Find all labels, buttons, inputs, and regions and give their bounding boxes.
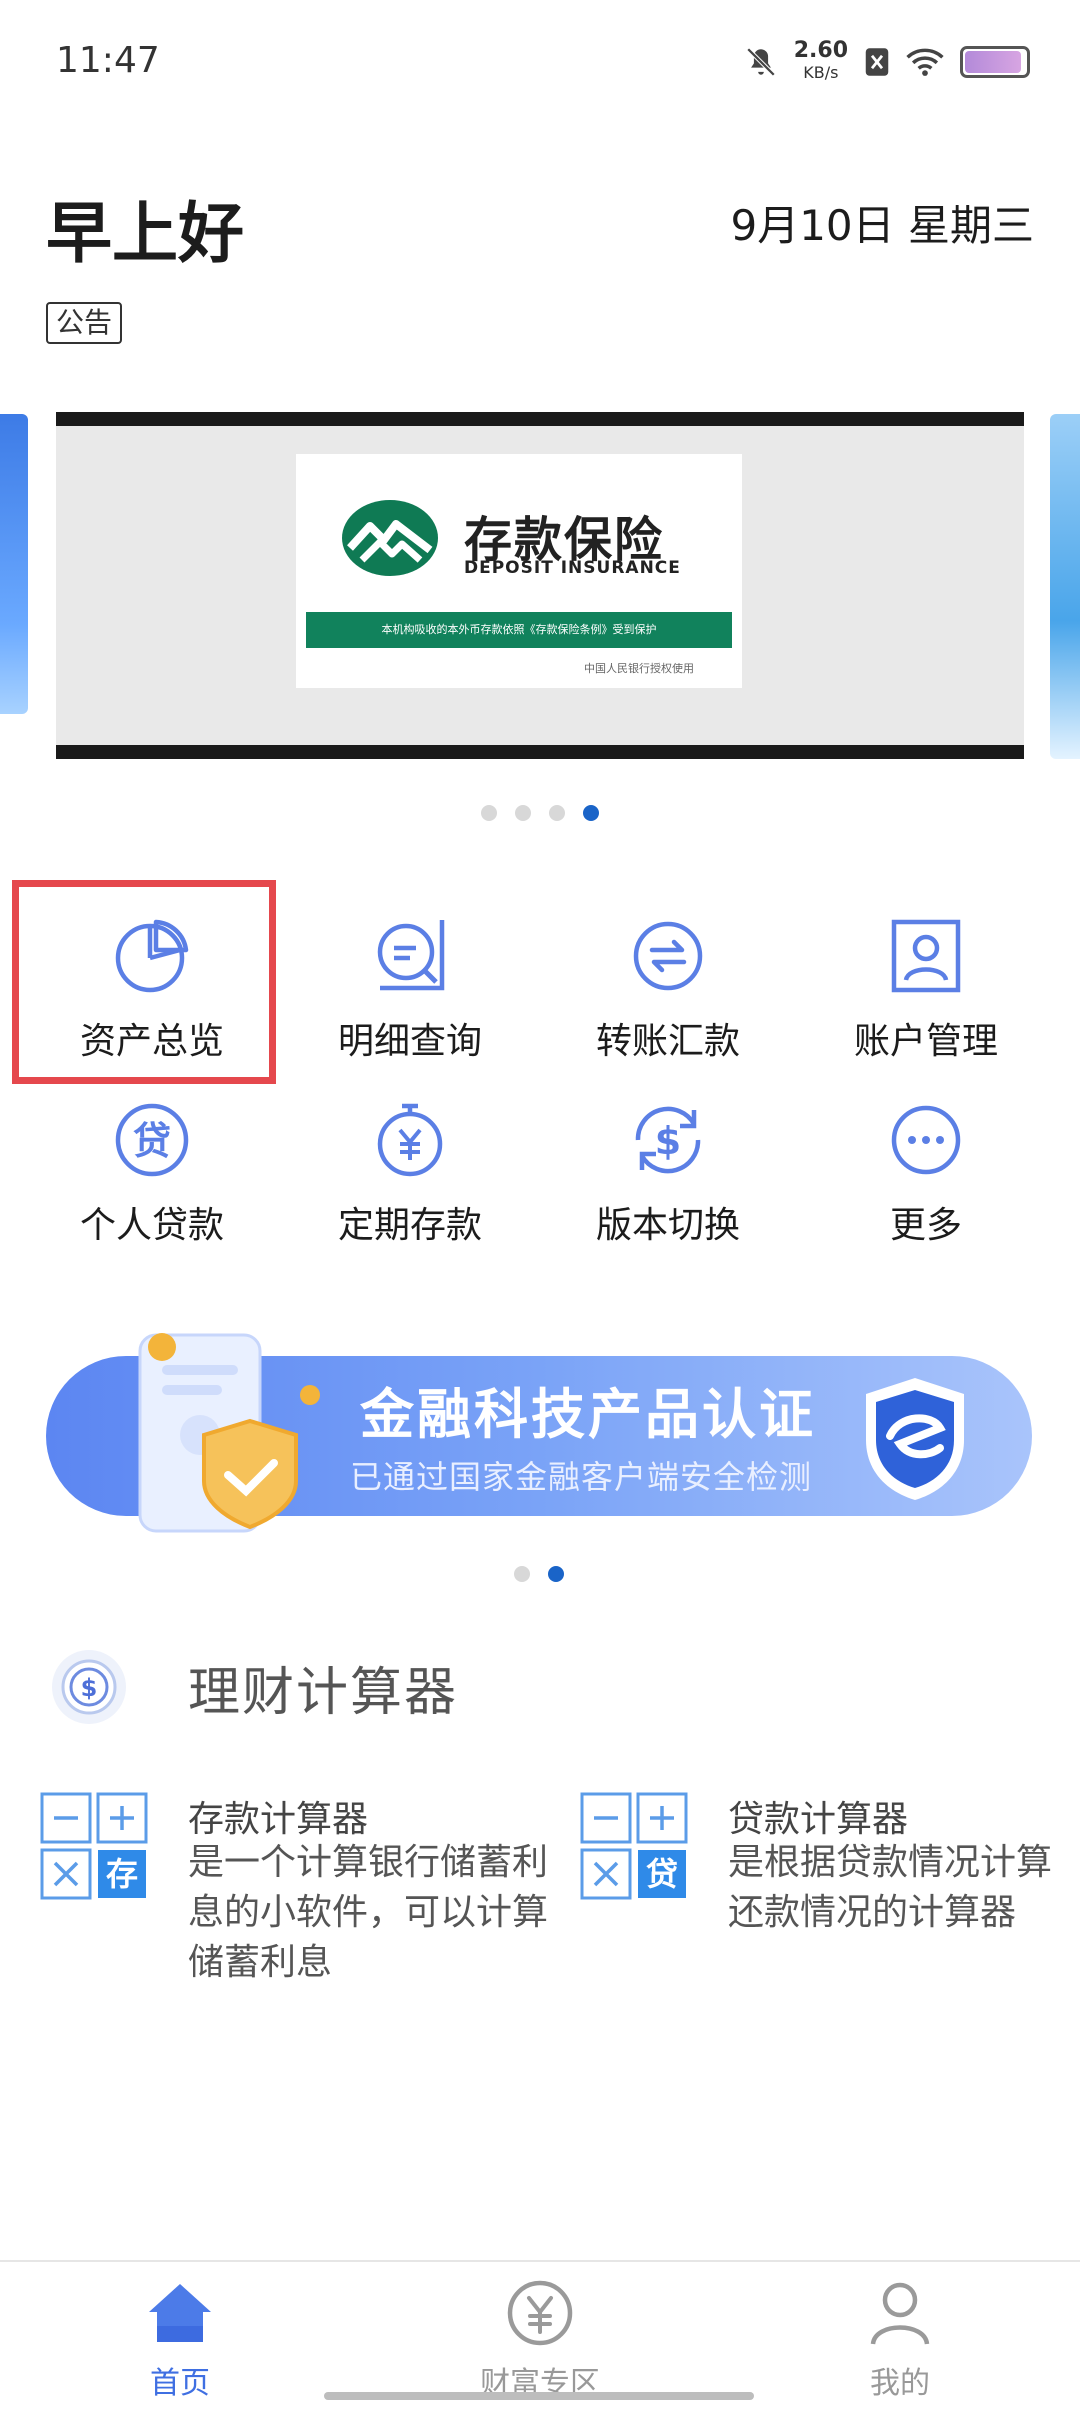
fintech-subtitle: 已通过国家金融客户端安全检测 bbox=[350, 1458, 813, 1496]
search-document-icon bbox=[377, 920, 445, 991]
user-card-icon bbox=[891, 919, 961, 993]
insurance-strip: 本机构吸收的本外币存款依照《存款保险条例》受到保护 bbox=[306, 612, 732, 648]
yuan-circle-icon bbox=[507, 2280, 573, 2346]
deposit-insurance-banner[interactable]: 存款保险 DEPOSIT INSURANCE 本机构吸收的本外币存款依照《存款保… bbox=[56, 412, 1024, 759]
calculator-section-title: 理财计算器 bbox=[188, 1663, 459, 1723]
svg-text:贷: 贷 bbox=[133, 1119, 171, 1163]
more-dots-icon bbox=[891, 1105, 961, 1175]
highlight-box bbox=[12, 880, 276, 1084]
home-indicator-bar[interactable] bbox=[324, 2392, 754, 2400]
fintech-title: 金融科技产品认证 bbox=[360, 1383, 816, 1446]
phone-shield-illustration-icon bbox=[138, 1333, 320, 1533]
greeting-title: 早上好 bbox=[46, 195, 244, 272]
insurance-card: 存款保险 DEPOSIT INSURANCE 本机构吸收的本外币存款依照《存款保… bbox=[296, 454, 742, 688]
quick-action-label: 版本切换 bbox=[595, 1205, 740, 1246]
insurance-footer: 中国人民银行授权使用 bbox=[584, 662, 694, 675]
quick-action-label: 明细查询 bbox=[337, 1021, 482, 1062]
notice-tag[interactable]: 公告 bbox=[46, 302, 123, 344]
dollar-refresh-icon: $ bbox=[635, 1106, 701, 1174]
quick-transfer[interactable]: 转账汇款 bbox=[539, 916, 797, 1096]
nav-home[interactable]: 首页 bbox=[80, 2278, 280, 2402]
status-icons: 2.60 KB/s bbox=[744, 40, 1030, 84]
dollar-coin-icon: $ bbox=[52, 1650, 126, 1724]
carousel-dot-active[interactable] bbox=[583, 805, 599, 821]
nav-mine[interactable]: 我的 bbox=[800, 2278, 1000, 2402]
status-time: 11:47 bbox=[56, 40, 160, 81]
carousel-dot[interactable] bbox=[481, 805, 497, 821]
carousel-prev-slide[interactable] bbox=[0, 414, 28, 714]
quick-personal-loan[interactable]: 贷 个人贷款 bbox=[23, 1100, 281, 1280]
svg-text:$: $ bbox=[81, 1674, 98, 1702]
timer-yuan-icon bbox=[377, 1103, 443, 1177]
loan-calculator-desc: 是根据贷款情况计算还款情况的计算器 bbox=[728, 1842, 1053, 1933]
promo-dot-active[interactable] bbox=[548, 1566, 564, 1582]
carousel-indicator bbox=[481, 805, 599, 821]
date-label: 9月10日 星期三 bbox=[730, 201, 1034, 250]
deposit-calculator-name: 存款计算器 bbox=[188, 1799, 369, 1840]
loan-badge: 贷 bbox=[645, 1855, 678, 1893]
net-speed-unit: KB/s bbox=[803, 63, 839, 82]
battery-icon bbox=[960, 46, 1030, 78]
svg-text:$: $ bbox=[655, 1119, 681, 1163]
promo-dot[interactable] bbox=[514, 1566, 530, 1582]
sim-off-icon bbox=[865, 48, 889, 76]
carousel-dot[interactable] bbox=[549, 805, 565, 821]
net-speed: 2.60 KB/s bbox=[794, 40, 848, 84]
quick-version-switch[interactable]: $ 版本切换 bbox=[539, 1100, 797, 1280]
mute-icon bbox=[746, 47, 775, 77]
loan-calculator-name: 贷款计算器 bbox=[728, 1799, 909, 1840]
quick-action-label: 账户管理 bbox=[853, 1021, 998, 1062]
banner-inner: 存款保险 DEPOSIT INSURANCE 本机构吸收的本外币存款依照《存款保… bbox=[56, 426, 1024, 745]
quick-fixed-deposit[interactable]: 定期存款 bbox=[281, 1100, 539, 1280]
deposit-badge: 存 bbox=[105, 1855, 138, 1893]
net-speed-value: 2.60 bbox=[793, 38, 848, 63]
nav-label: 首页 bbox=[150, 2366, 210, 2401]
security-shield-icon bbox=[866, 1378, 964, 1500]
home-icon bbox=[149, 2284, 211, 2342]
quick-detail-query[interactable]: 明细查询 bbox=[281, 916, 539, 1096]
deposit-insurance-logo-icon bbox=[342, 500, 438, 576]
deposit-calculator-desc: 是一个计算银行储蓄利息的小软件，可以计算储蓄利息 bbox=[188, 1842, 549, 1983]
transfer-arrows-icon bbox=[633, 921, 703, 991]
nav-wealth[interactable]: 财富专区 bbox=[440, 2278, 640, 2402]
carousel-dot[interactable] bbox=[515, 805, 531, 821]
quick-account-management[interactable]: 账户管理 bbox=[797, 916, 1055, 1096]
deposit-calculator-card[interactable]: 存 存款计算器 是一个计算银行储蓄利息的小软件，可以计算储蓄利息 bbox=[40, 1790, 560, 1983]
person-icon bbox=[870, 2282, 930, 2345]
nav-label: 我的 bbox=[870, 2366, 930, 2401]
loan-icon: 贷 bbox=[115, 1103, 189, 1177]
quick-action-label: 个人贷款 bbox=[79, 1205, 224, 1246]
carousel-next-slide[interactable] bbox=[1050, 414, 1080, 759]
promo-indicator bbox=[514, 1566, 564, 1582]
wifi-icon bbox=[906, 48, 944, 76]
quick-more[interactable]: 更多 bbox=[797, 1100, 1055, 1280]
loan-calculator-card[interactable]: 贷 贷款计算器 是根据贷款情况计算还款情况的计算器 bbox=[580, 1790, 1070, 1970]
quick-action-label: 更多 bbox=[889, 1205, 962, 1246]
insurance-subtitle: DEPOSIT INSURANCE bbox=[464, 558, 681, 578]
quick-action-label: 定期存款 bbox=[337, 1205, 482, 1246]
quick-action-label: 转账汇款 bbox=[595, 1021, 740, 1062]
